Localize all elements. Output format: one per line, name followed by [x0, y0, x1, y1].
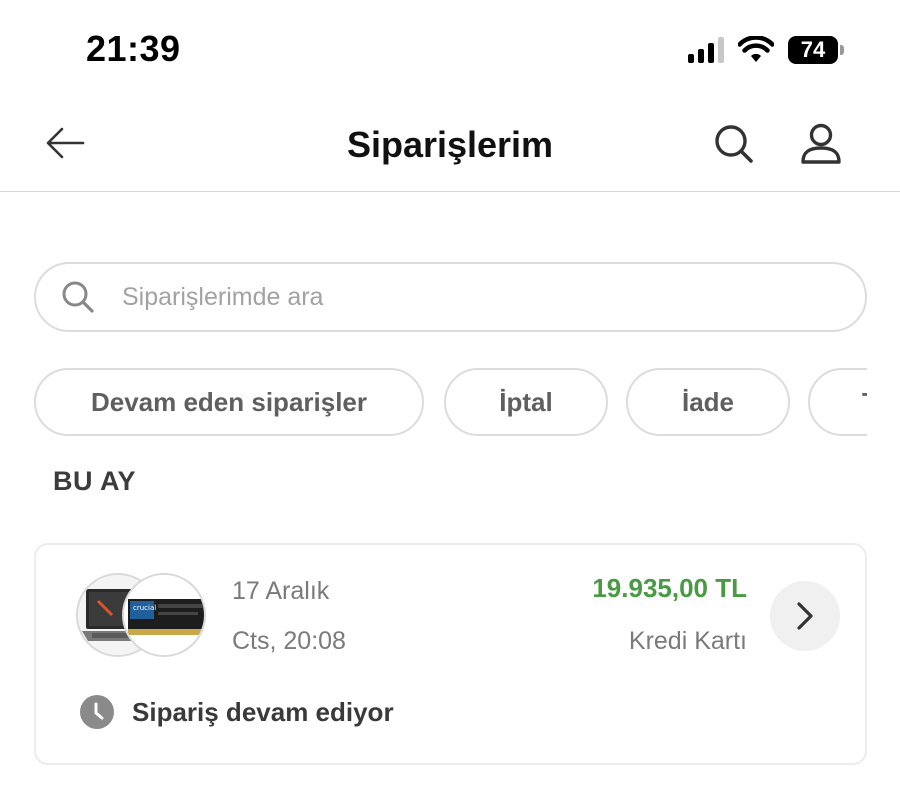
header-search-button[interactable]: [710, 120, 758, 168]
profile-button[interactable]: [796, 120, 846, 168]
order-search-input[interactable]: [122, 282, 822, 312]
battery-nub: [840, 45, 844, 55]
wifi-icon: [738, 36, 774, 62]
status-time: 21:39: [86, 28, 181, 69]
page-title: Siparişlerim: [346, 124, 554, 165]
filter-chips: Devam eden siparişler İptal İade T: [34, 368, 867, 438]
signal-icon: [688, 37, 724, 63]
chevron-right-icon: [797, 602, 813, 630]
ram-module-thumbnail: crucial: [122, 573, 206, 657]
order-status-text: Sipariş devam ediyor: [132, 696, 394, 727]
user-icon: [801, 123, 841, 164]
status-bar: 21:39 74: [0, 0, 900, 100]
order-status: Sipariş devam ediyor: [80, 695, 394, 729]
order-card[interactable]: crucial 17 Aralık Cts, 20:08 19.935,00 T…: [34, 543, 867, 765]
order-date: 17 Aralık: [232, 577, 330, 605]
brand-label: crucial: [133, 604, 156, 612]
status-icons: 74: [688, 36, 844, 64]
search-icon: [715, 125, 753, 163]
app-header: Siparişlerim: [0, 100, 900, 192]
clock-icon: [80, 695, 114, 729]
battery-icon: 74: [788, 36, 838, 64]
filter-chip-returns[interactable]: İade: [626, 368, 790, 436]
order-search-box[interactable]: [34, 262, 867, 332]
order-time: Cts, 20:08: [232, 627, 346, 655]
filter-chip-more[interactable]: T: [808, 368, 867, 436]
order-detail-button[interactable]: [770, 581, 840, 651]
order-payment-method: Kredi Kartı: [628, 627, 747, 655]
filter-chip-cancelled[interactable]: İptal: [444, 368, 608, 436]
filter-chip-ongoing[interactable]: Devam eden siparişler: [34, 368, 424, 436]
magnifier-icon: [62, 281, 94, 313]
order-price: 19.935,00 TL: [592, 573, 747, 603]
section-title: BU AY: [53, 466, 137, 496]
battery-level: 74: [800, 37, 826, 62]
search-field-icon: [58, 277, 98, 317]
